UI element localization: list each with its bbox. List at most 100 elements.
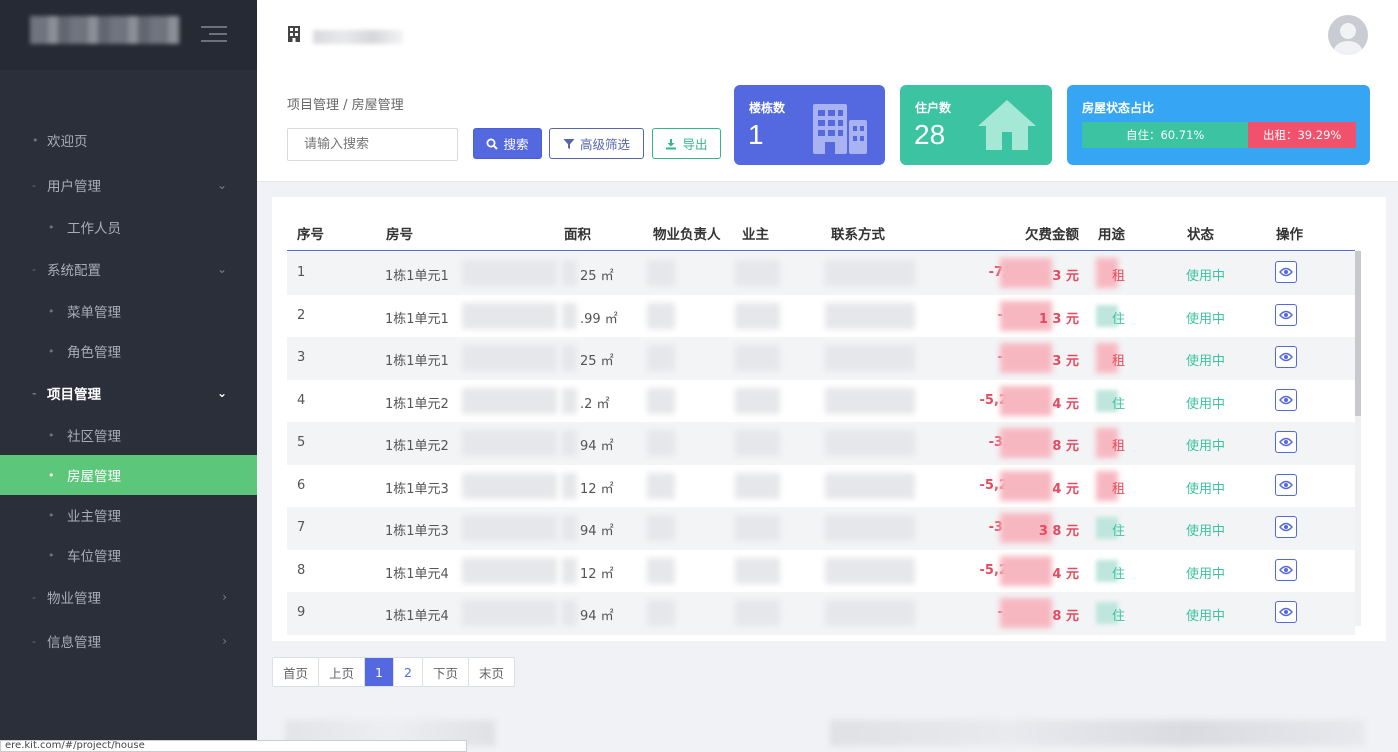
debt-amount-suffix: 4 元 xyxy=(1052,396,1079,412)
bullet-icon: - xyxy=(32,262,36,276)
table-scrollbar[interactable] xyxy=(1355,251,1361,626)
search-input[interactable] xyxy=(287,128,458,161)
sidebar-item[interactable]: - 信息管理 › xyxy=(0,621,257,661)
debt-amount-suffix: 4 元 xyxy=(1052,481,1079,497)
chevron-down-icon: ⌄ xyxy=(216,178,227,192)
resident-count-value: 28 xyxy=(914,119,946,150)
search-button[interactable]: 搜索 xyxy=(473,128,542,159)
building-icon xyxy=(287,25,301,48)
area-redacted xyxy=(562,345,577,371)
contact-redacted xyxy=(825,515,915,541)
home-icon xyxy=(978,100,1036,150)
view-button[interactable] xyxy=(1275,601,1297,623)
sidebar-item-label: 社区管理 xyxy=(67,429,121,445)
area-redacted xyxy=(562,260,577,286)
area-value: .2 ㎡ xyxy=(580,396,610,412)
sidebar-item[interactable]: • 房屋管理 xyxy=(0,455,257,495)
table-row: 31栋1单元125 ㎡-7,3 元租使用中 xyxy=(287,337,1355,380)
status-value: 使用中 xyxy=(1186,396,1226,412)
usage-value: 住 xyxy=(1112,396,1126,412)
view-button[interactable] xyxy=(1275,431,1297,453)
ratio-bar: 自住：60.71% 出租：39.29% xyxy=(1082,122,1356,148)
bullet-icon: - xyxy=(32,386,37,400)
view-button[interactable] xyxy=(1275,303,1297,326)
menu-toggle-icon[interactable] xyxy=(201,26,227,44)
row-number: 3 xyxy=(297,350,306,365)
sidebar-item-label: 物业管理 xyxy=(47,591,101,607)
bullet-icon: - xyxy=(32,178,36,192)
sidebar-item-label: 菜单管理 xyxy=(67,305,121,321)
top-bar xyxy=(257,0,1398,70)
debt-amount-suffix: 8 元 xyxy=(1052,609,1079,624)
column-header: 状态 xyxy=(1187,227,1214,243)
prev-page-button[interactable]: 上页 xyxy=(319,658,366,686)
usage-value: 租 xyxy=(1112,481,1126,497)
debt-redacted xyxy=(1000,343,1052,373)
page-number-button[interactable]: 2 xyxy=(394,658,423,686)
owner-redacted xyxy=(735,302,780,329)
status-value: 使用中 xyxy=(1186,354,1226,369)
page-number-button[interactable]: 1 xyxy=(365,658,394,686)
first-page-button[interactable]: 首页 xyxy=(273,658,320,686)
logo-row xyxy=(0,0,257,70)
view-button[interactable] xyxy=(1275,261,1297,283)
debt-amount-suffix: 3 8 元 xyxy=(1038,524,1079,539)
sidebar-item[interactable]: • 社区管理 xyxy=(0,415,257,455)
manager-redacted xyxy=(647,345,675,371)
next-page-button[interactable]: 下页 xyxy=(423,658,469,686)
view-button[interactable] xyxy=(1275,473,1297,496)
owner-redacted xyxy=(735,515,780,541)
eye-icon xyxy=(1279,437,1293,447)
column-header: 用途 xyxy=(1098,227,1125,243)
sidebar-item-label: 角色管理 xyxy=(67,345,121,361)
sidebar-item[interactable]: - 用户管理 ⌄ xyxy=(0,165,257,205)
sidebar-item[interactable]: • 车位管理 xyxy=(0,535,257,575)
column-header: 业主 xyxy=(742,227,769,243)
room-redacted xyxy=(462,430,557,456)
sidebar-item[interactable]: • 欢迎页 xyxy=(0,120,257,160)
contact-redacted xyxy=(825,472,915,499)
sidebar-item[interactable]: - 物业管理 › xyxy=(0,577,257,617)
view-button[interactable] xyxy=(1275,388,1297,411)
view-button[interactable] xyxy=(1275,346,1297,368)
sidebar-item[interactable]: - 系统配置 ⌄ xyxy=(0,249,257,289)
row-number: 5 xyxy=(297,435,306,450)
room-number: 1栋1单元3 xyxy=(385,524,449,539)
advanced-filter-button[interactable]: 高级筛选 xyxy=(549,128,644,159)
column-header: 操作 xyxy=(1276,227,1303,243)
area-value: 94 ㎡ xyxy=(580,524,614,539)
sidebar-item[interactable]: - 项目管理 ⌄ xyxy=(0,373,257,413)
sidebar-item-label: 项目管理 xyxy=(47,387,101,403)
debt-redacted xyxy=(1000,428,1052,458)
contact-redacted xyxy=(825,260,915,286)
usage-value: 租 xyxy=(1112,269,1126,284)
sidebar-item[interactable]: • 菜单管理 xyxy=(0,291,257,331)
manager-redacted xyxy=(647,472,675,499)
export-button[interactable]: 导出 xyxy=(652,128,721,159)
view-button[interactable] xyxy=(1275,558,1297,581)
debt-amount-suffix: 3 元 xyxy=(1052,354,1079,369)
sidebar-item[interactable]: • 工作人员 xyxy=(0,207,257,247)
bullet-icon: • xyxy=(48,220,55,234)
eye-icon xyxy=(1279,607,1293,617)
owner-redacted xyxy=(735,557,780,584)
eye-icon xyxy=(1279,565,1293,574)
status-value: 使用中 xyxy=(1186,311,1226,327)
area-value: 12 ㎡ xyxy=(580,566,614,582)
area-value: 94 ㎡ xyxy=(580,439,614,454)
area-value: 94 ㎡ xyxy=(580,609,614,624)
room-redacted xyxy=(462,600,557,626)
eye-icon xyxy=(1279,480,1293,489)
row-number: 6 xyxy=(297,477,306,493)
sidebar-item[interactable]: • 业主管理 xyxy=(0,495,257,535)
table-row: 91栋1单元494 ㎡-3,8 元住使用中 xyxy=(287,592,1355,635)
area-redacted xyxy=(562,302,577,329)
browser-status-url: ere.kit.com/#/project/house xyxy=(0,740,467,752)
avatar[interactable] xyxy=(1328,15,1368,55)
room-redacted xyxy=(462,515,557,541)
room-number: 1栋1单元2 xyxy=(385,396,449,412)
sidebar-item[interactable]: • 角色管理 xyxy=(0,331,257,371)
last-page-button[interactable]: 末页 xyxy=(469,658,514,686)
view-button[interactable] xyxy=(1275,516,1297,538)
usage-value: 住 xyxy=(1112,566,1126,582)
